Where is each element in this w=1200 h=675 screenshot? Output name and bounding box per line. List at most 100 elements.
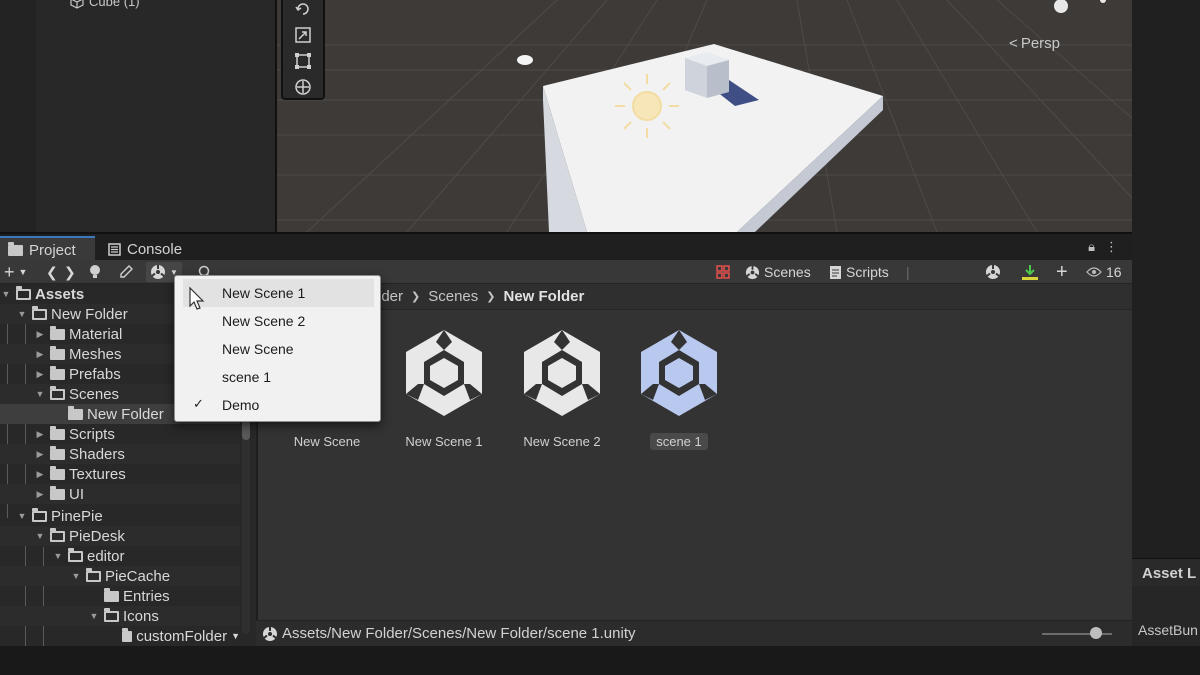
tree-item-label: PieCache xyxy=(105,567,171,585)
transform-toolbar xyxy=(281,0,325,100)
asset-label: New Scene xyxy=(293,434,361,449)
expand-arrow-icon[interactable]: ▼ xyxy=(70,571,82,581)
tab-console-label: Console xyxy=(127,240,183,258)
asset-browser: lder ❯ Scenes ❯ New Folder New Scene New… xyxy=(256,284,1132,620)
tree-item-label: Assets xyxy=(35,285,85,303)
inspector-title: Asset L xyxy=(1132,558,1200,586)
tree-item-shaders[interactable]: ▶ Shaders xyxy=(0,444,240,464)
lightbulb-icon xyxy=(90,265,100,278)
nav-back-button[interactable]: ❮ xyxy=(46,262,58,282)
nav-forward-button[interactable]: ❯ xyxy=(64,262,76,282)
visibility-toggle[interactable]: 16 xyxy=(1086,262,1122,282)
scale-tool[interactable] xyxy=(283,22,323,48)
asset-item[interactable]: New Scene 2 xyxy=(507,328,617,451)
tab-project-label: Project xyxy=(29,241,76,259)
folder-icon xyxy=(16,285,31,300)
edit-button[interactable] xyxy=(118,262,134,282)
unity-scene-icon xyxy=(745,265,760,279)
dropdown-arrow-icon[interactable]: ▼ xyxy=(231,631,240,641)
folder-icon xyxy=(68,547,83,562)
plus-icon: + xyxy=(4,261,15,282)
scene-grid xyxy=(277,0,1132,232)
breadcrumb-item[interactable]: Scenes xyxy=(428,288,478,305)
unity-scene-icon xyxy=(263,626,277,641)
expand-arrow-icon[interactable]: ▼ xyxy=(16,511,28,521)
projection-toggle[interactable]: < Persp xyxy=(1009,35,1060,52)
scripts-filter-button[interactable]: Scripts xyxy=(829,262,889,282)
tree-scrollbar-track[interactable] xyxy=(242,414,250,634)
expand-arrow-icon[interactable]: ▼ xyxy=(34,531,46,541)
expand-arrow-icon[interactable]: ▶ xyxy=(34,489,46,500)
breadcrumb-item[interactable]: lder xyxy=(378,288,403,305)
lock-icon[interactable]: 🔒︎ xyxy=(1088,239,1095,255)
tab-project[interactable]: Project xyxy=(0,236,95,262)
tree-item-scripts[interactable]: ▶ Scripts xyxy=(0,424,240,444)
asset-item-selected[interactable]: scene 1 xyxy=(624,328,734,451)
icon-size-slider-knob[interactable] xyxy=(1090,627,1102,639)
tree-item-pinepie[interactable]: ▼ PinePie xyxy=(0,506,240,526)
dropdown-item-checked[interactable]: ✓ Demo xyxy=(175,391,380,419)
hierarchy-item-cube[interactable]: Cube (1) xyxy=(70,0,140,9)
plus-icon: + xyxy=(1056,260,1068,283)
breadcrumb: lder ❯ Scenes ❯ New Folder xyxy=(258,284,1132,310)
transform-tool[interactable] xyxy=(283,74,323,100)
tree-item-ui[interactable]: ▶ UI xyxy=(0,484,240,504)
checkmark-icon: ✓ xyxy=(193,396,204,411)
expand-arrow-icon[interactable]: ▼ xyxy=(34,389,46,399)
unity-scene-icon xyxy=(151,265,165,279)
asset-item[interactable]: New Scene 1 xyxy=(389,328,499,451)
mouse-cursor-icon xyxy=(189,286,205,310)
folder-icon xyxy=(104,607,119,622)
folder-icon xyxy=(86,567,101,582)
script-icon xyxy=(830,265,841,279)
rotate-tool[interactable] xyxy=(283,0,323,22)
expand-arrow-icon[interactable]: ▶ xyxy=(34,429,46,440)
pencil-icon xyxy=(120,265,133,278)
tree-item-custom-folder[interactable]: customFolder ▼ xyxy=(0,626,240,646)
dropdown-item[interactable]: New Scene 1 xyxy=(183,279,374,307)
scenes-filter-label: Scenes xyxy=(764,264,811,280)
folder-icon xyxy=(8,241,23,256)
import-icon xyxy=(1022,265,1038,280)
scenes-filter-button[interactable]: Scenes xyxy=(745,262,811,282)
tree-item-editor[interactable]: ▼ editor xyxy=(0,546,240,566)
rect-tool[interactable] xyxy=(283,48,323,74)
rotate-icon xyxy=(295,3,309,15)
import-button[interactable] xyxy=(1020,262,1040,282)
breadcrumb-current[interactable]: New Folder xyxy=(504,288,585,305)
expand-arrow-icon[interactable]: ▶ xyxy=(34,329,46,340)
tree-item-icons[interactable]: ▼ Icons xyxy=(0,606,240,626)
tab-console[interactable]: Console xyxy=(100,236,190,262)
cube-icon xyxy=(70,0,84,9)
tree-scrollbar-thumb[interactable] xyxy=(242,420,250,440)
expand-arrow-icon[interactable]: ▼ xyxy=(88,611,100,621)
bulb-button[interactable] xyxy=(88,262,102,282)
folder-icon xyxy=(50,345,65,360)
chevron-right-icon: ❯ xyxy=(411,291,421,303)
tree-item-entries[interactable]: Entries xyxy=(0,586,240,606)
dropdown-item[interactable]: scene 1 xyxy=(175,363,380,391)
expand-arrow-icon[interactable]: ▼ xyxy=(0,289,12,299)
package-button[interactable] xyxy=(985,262,1001,282)
expand-arrow-icon[interactable]: ▼ xyxy=(16,309,28,319)
folder-icon xyxy=(50,385,65,400)
tree-item-piecache[interactable]: ▼ PieCache xyxy=(0,566,240,586)
tree-item-label: Textures xyxy=(69,465,126,483)
hierarchy-panel: Cube (1) xyxy=(0,0,275,232)
expand-arrow-icon[interactable]: ▶ xyxy=(34,349,46,360)
tree-item-piedesk[interactable]: ▼ PieDesk xyxy=(0,526,240,546)
kebab-menu-icon[interactable]: ⋮ xyxy=(1105,239,1118,255)
expand-arrow-icon[interactable]: ▼ xyxy=(52,551,64,561)
tab-actions: 🔒︎ ⋮ xyxy=(1088,239,1118,255)
create-button[interactable]: + ▼ xyxy=(4,262,27,282)
tree-item-label: Icons xyxy=(123,607,159,625)
dropdown-item[interactable]: New Scene xyxy=(175,335,380,363)
dropdown-item-label: scene 1 xyxy=(222,369,272,385)
tree-item-textures[interactable]: ▶ Textures xyxy=(0,464,240,484)
expand-arrow-icon[interactable]: ▶ xyxy=(34,369,46,380)
expand-arrow-icon[interactable]: ▶ xyxy=(34,469,46,480)
scene-view[interactable]: < Persp xyxy=(275,0,1132,232)
filter-grid-button[interactable] xyxy=(716,262,730,282)
expand-arrow-icon[interactable]: ▶ xyxy=(34,449,46,460)
add-button[interactable]: + xyxy=(1056,260,1068,283)
